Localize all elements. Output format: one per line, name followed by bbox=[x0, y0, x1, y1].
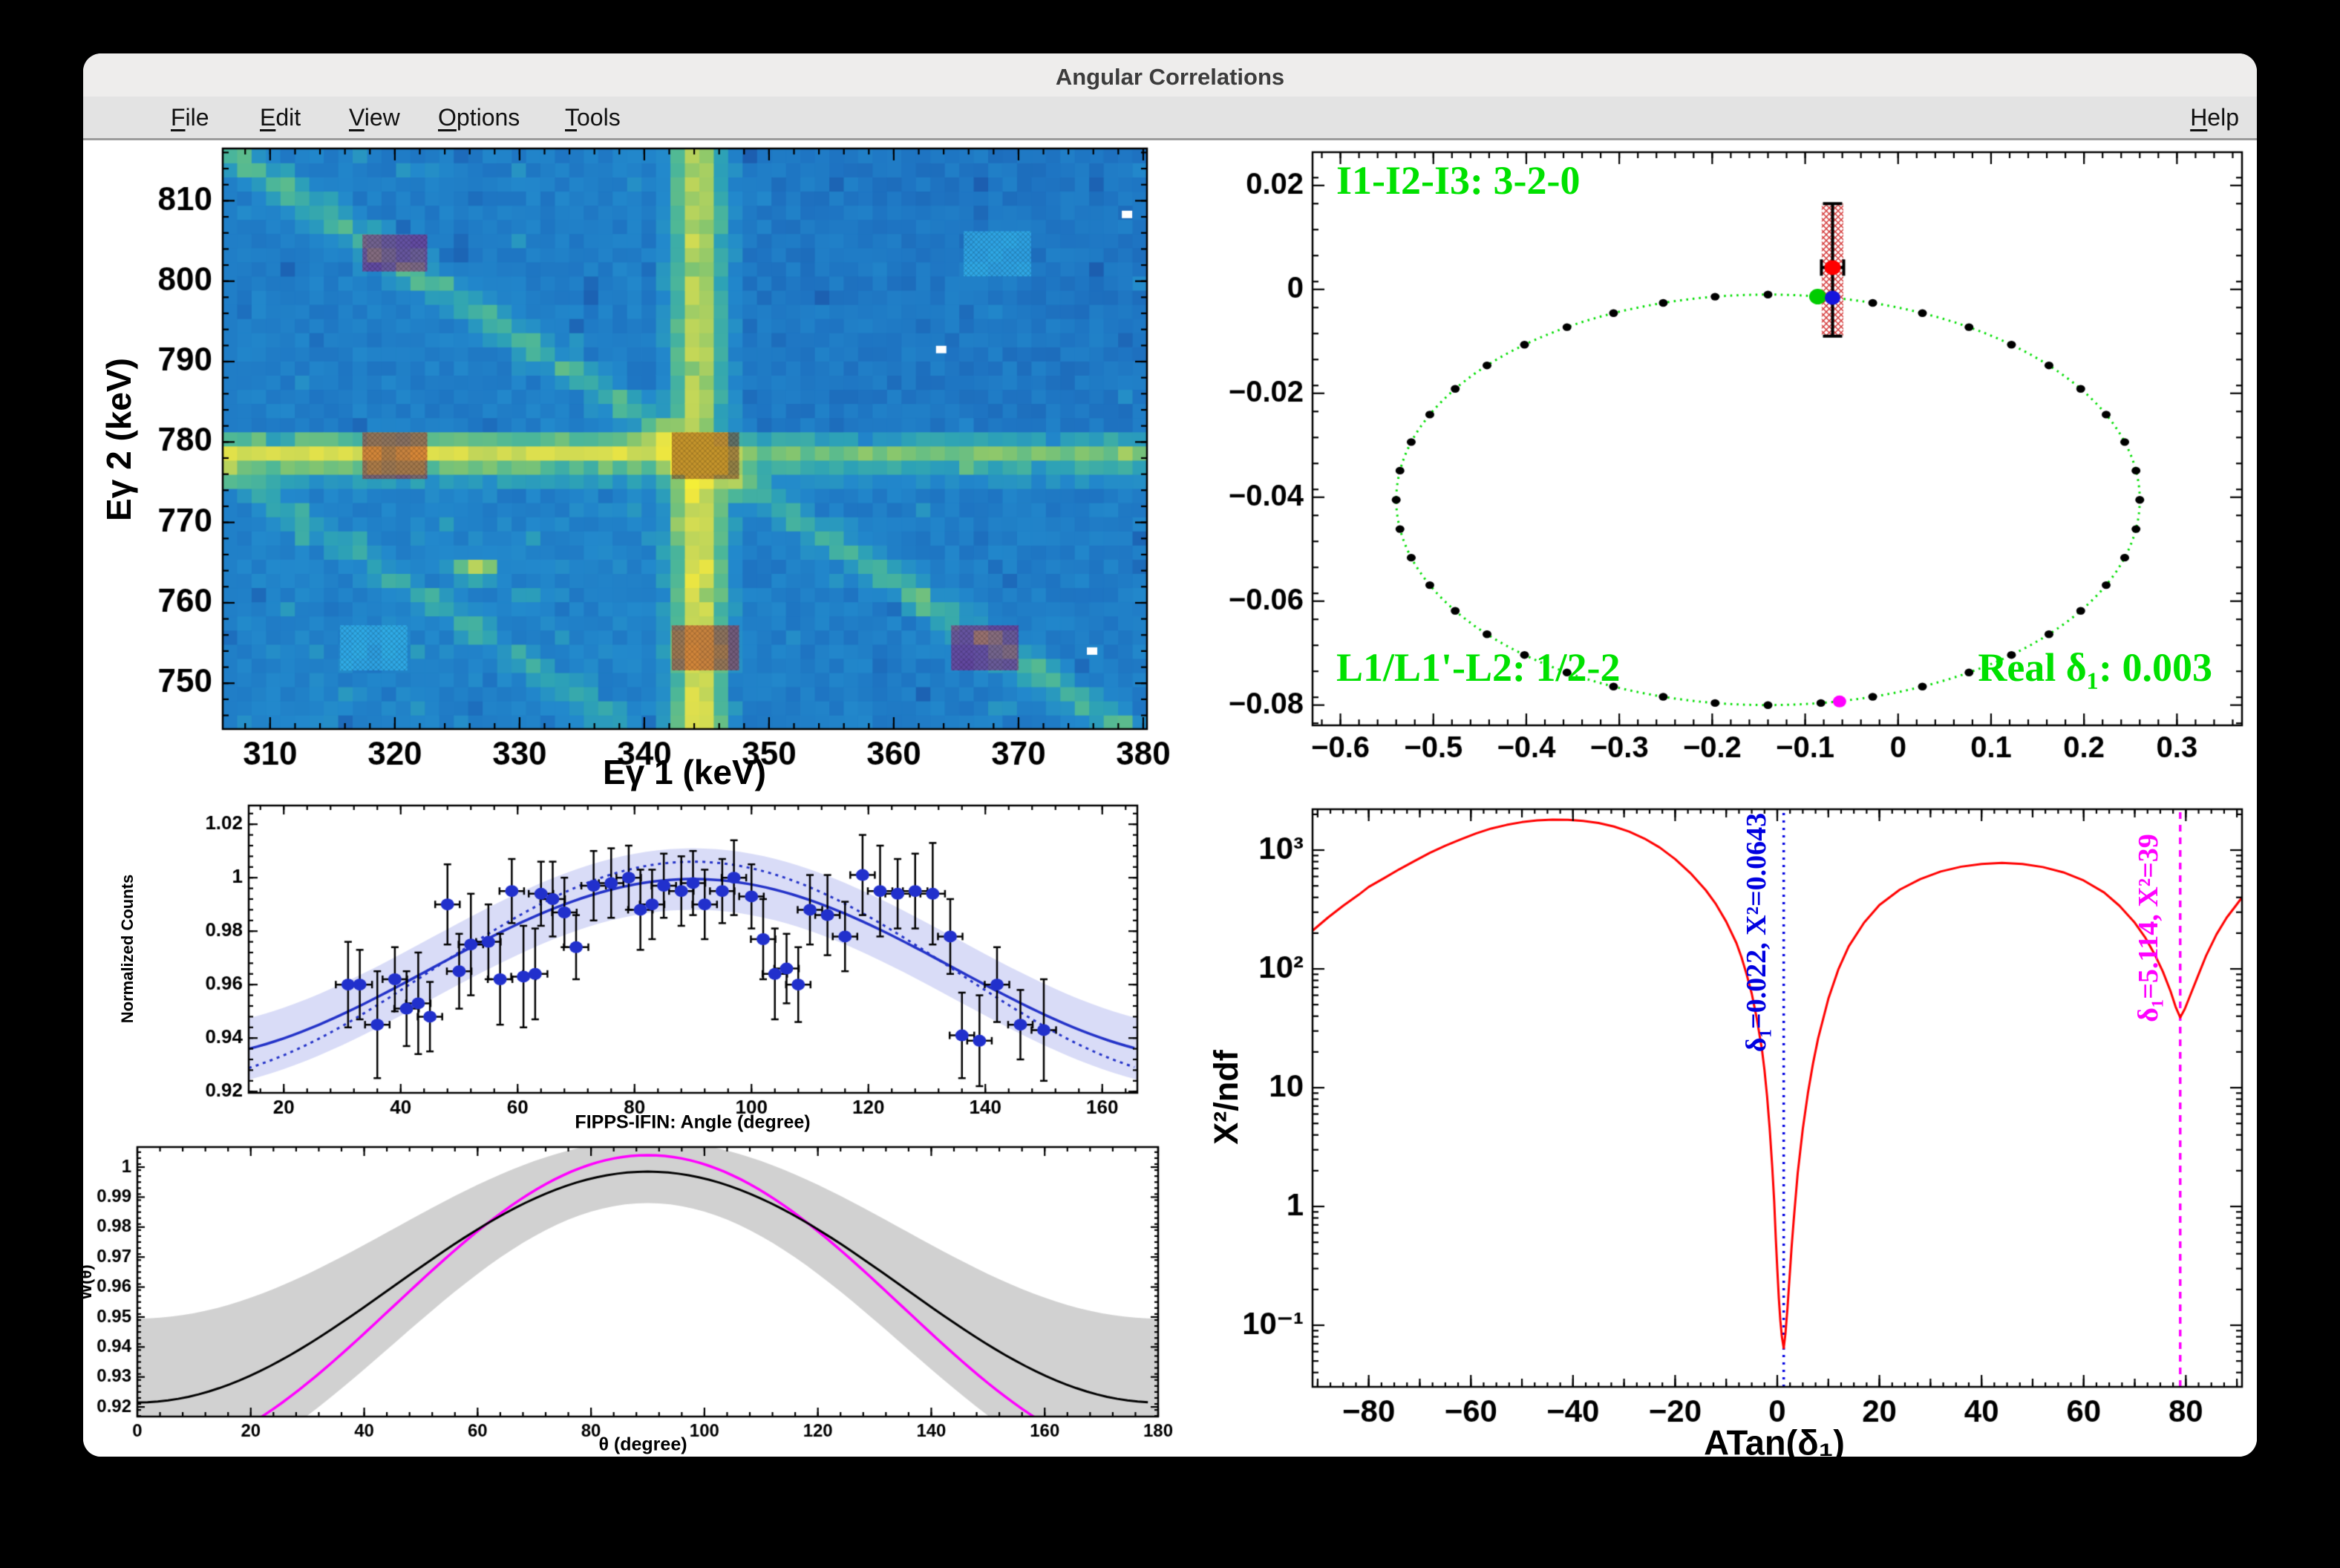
coincidence-matrix-plot[interactable] bbox=[89, 140, 1203, 796]
angle-plot-y-axis-title: Normalized Counts bbox=[118, 874, 137, 1024]
wtheta-y-axis-title: W(θ) bbox=[76, 1264, 95, 1300]
heatmap-x-axis-title: Eγ 1 (keV) bbox=[603, 753, 766, 791]
menu-item-view[interactable]: View bbox=[349, 104, 400, 131]
title-bar[interactable]: Angular Correlations bbox=[83, 53, 2257, 97]
menu-item-tools[interactable]: Tools bbox=[565, 104, 621, 131]
window-title: Angular Correlations bbox=[1055, 64, 1285, 90]
chi2-x-axis-title: ATan(δ₁) bbox=[1704, 1422, 1845, 1463]
chi2-minimum-1-label: δ₁=0.022, X²=0.0643 bbox=[1741, 812, 1772, 1053]
menu-item-edit[interactable]: Edit bbox=[260, 104, 301, 131]
menu-bar: File Edit View Options Tools Help bbox=[83, 97, 2257, 140]
mixing-ellipse-plot[interactable] bbox=[1218, 140, 2257, 788]
menu-item-options[interactable]: Options bbox=[438, 104, 520, 131]
ellipse-spin-label: I1-I2-I3: 3-2-0 bbox=[1336, 158, 1581, 203]
menu-item-help[interactable]: Help bbox=[2190, 104, 2239, 131]
chi2-minimum-2-label: δ₁=5.114, X²=39 bbox=[2133, 834, 2164, 1022]
ellipse-real-delta-label: Real δ₁: 0.003 bbox=[1978, 645, 2212, 690]
ellipse-multipolarity-label: L1/L1'-L2: 1/2-2 bbox=[1336, 645, 1621, 690]
screen: Angular Correlations File Edit View Options… bbox=[0, 0, 2340, 1568]
menu-item-file[interactable]: File bbox=[171, 104, 209, 131]
wtheta-plot[interactable] bbox=[59, 1138, 1195, 1462]
chi2-y-axis-title: X²/ndf bbox=[1207, 1050, 1245, 1145]
heatmap-y-axis-title: Eγ 2 (keV) bbox=[99, 358, 138, 521]
wtheta-x-axis-title: θ (degree) bbox=[598, 1434, 687, 1455]
angle-correlation-plot[interactable] bbox=[104, 797, 1188, 1132]
angle-plot-x-axis-title: FIPPS-IFIN: Angle (degree) bbox=[575, 1111, 811, 1133]
